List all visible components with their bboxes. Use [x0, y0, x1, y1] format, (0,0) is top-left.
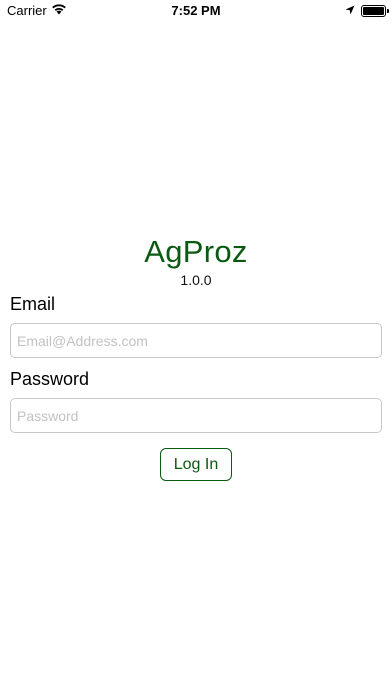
status-bar: Carrier 7:52 PM: [0, 0, 392, 22]
status-time: 7:52 PM: [171, 3, 221, 18]
password-label: Password: [10, 369, 90, 389]
app-version: 1.0.0: [180, 272, 212, 288]
password-field[interactable]: [10, 398, 382, 433]
email-field[interactable]: [10, 323, 382, 358]
email-label: Email: [10, 294, 56, 314]
battery-icon: [361, 4, 389, 17]
location-arrow-icon: [345, 3, 355, 18]
status-right: [345, 3, 389, 18]
battery-fill: [363, 6, 384, 15]
login-screen: Carrier 7:52 PM AgProz 1.0.0 Email Email…: [0, 0, 392, 696]
app-title: AgProz: [144, 234, 248, 269]
battery-tip: [387, 8, 389, 13]
login-button[interactable]: Log In: [160, 448, 232, 481]
